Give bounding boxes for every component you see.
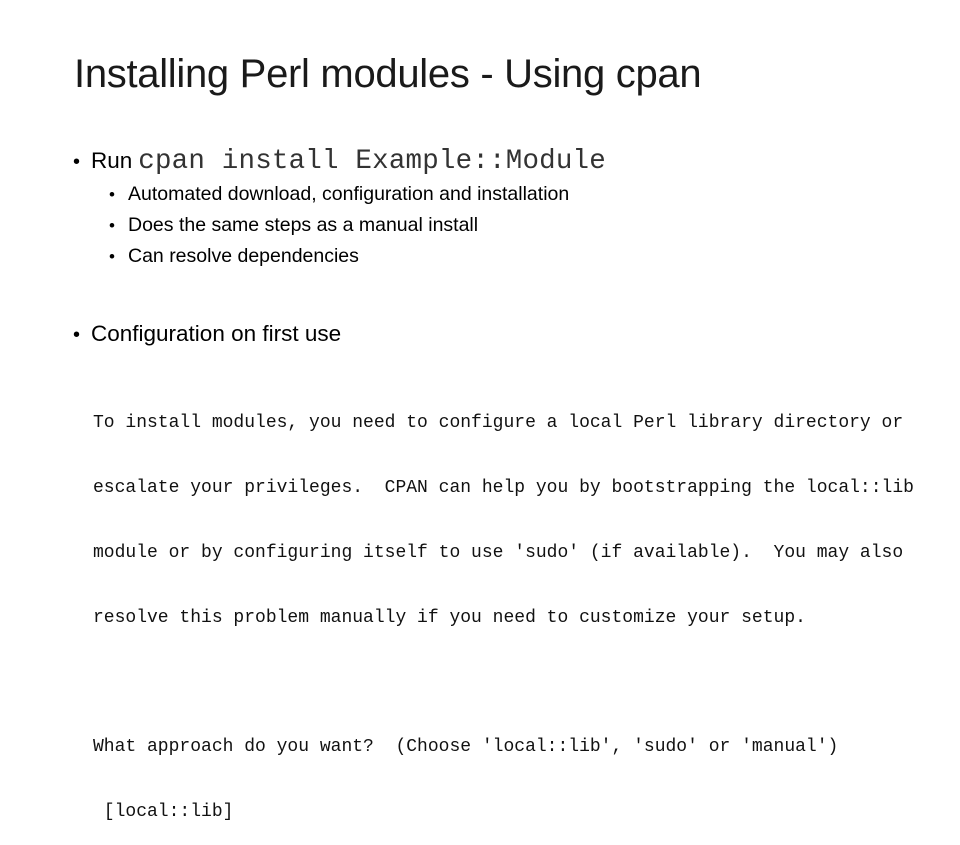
terminal-default-value: [local::lib] xyxy=(93,801,234,822)
terminal-line: To install modules, you need to configur… xyxy=(93,413,904,434)
sub-bullet: • Can resolve dependencies xyxy=(109,245,359,268)
bullet-icon: • xyxy=(109,185,115,204)
bullet-label: Run xyxy=(91,148,133,173)
sub-bullet: • Does the same steps as a manual instal… xyxy=(109,214,478,237)
bullet-run-command: • Run cpan install Example::Module xyxy=(73,146,606,177)
terminal-output: To install modules, you need to configur… xyxy=(93,370,914,845)
sub-bullet-text: Does the same steps as a manual install xyxy=(128,214,479,236)
terminal-line: escalate your privileges. CPAN can help … xyxy=(93,477,914,498)
sub-bullet-text: Can resolve dependencies xyxy=(128,245,359,267)
bullet-icon: • xyxy=(109,216,115,235)
terminal-line: module or by configuring itself to use '… xyxy=(93,542,904,563)
bullet-label: Configuration on first use xyxy=(91,321,342,346)
terminal-prompt-line: What approach do you want? (Choose 'loca… xyxy=(93,737,839,758)
sub-bullet-text: Automated download, configuration and in… xyxy=(128,183,570,205)
slide: { "slide": { "title": "Installing Perl m… xyxy=(0,0,960,822)
bullet-icon: • xyxy=(73,151,81,173)
sub-bullet: • Automated download, configuration and … xyxy=(109,183,569,206)
bullet-configuration: • Configuration on first use xyxy=(73,321,341,347)
bullet-icon: • xyxy=(109,247,115,266)
bullet-icon: • xyxy=(73,324,81,346)
command-code: cpan install Example::Module xyxy=(138,146,606,177)
terminal-line: resolve this problem manually if you nee… xyxy=(93,607,806,628)
slide-title: Installing Perl modules - Using cpan xyxy=(74,52,702,96)
